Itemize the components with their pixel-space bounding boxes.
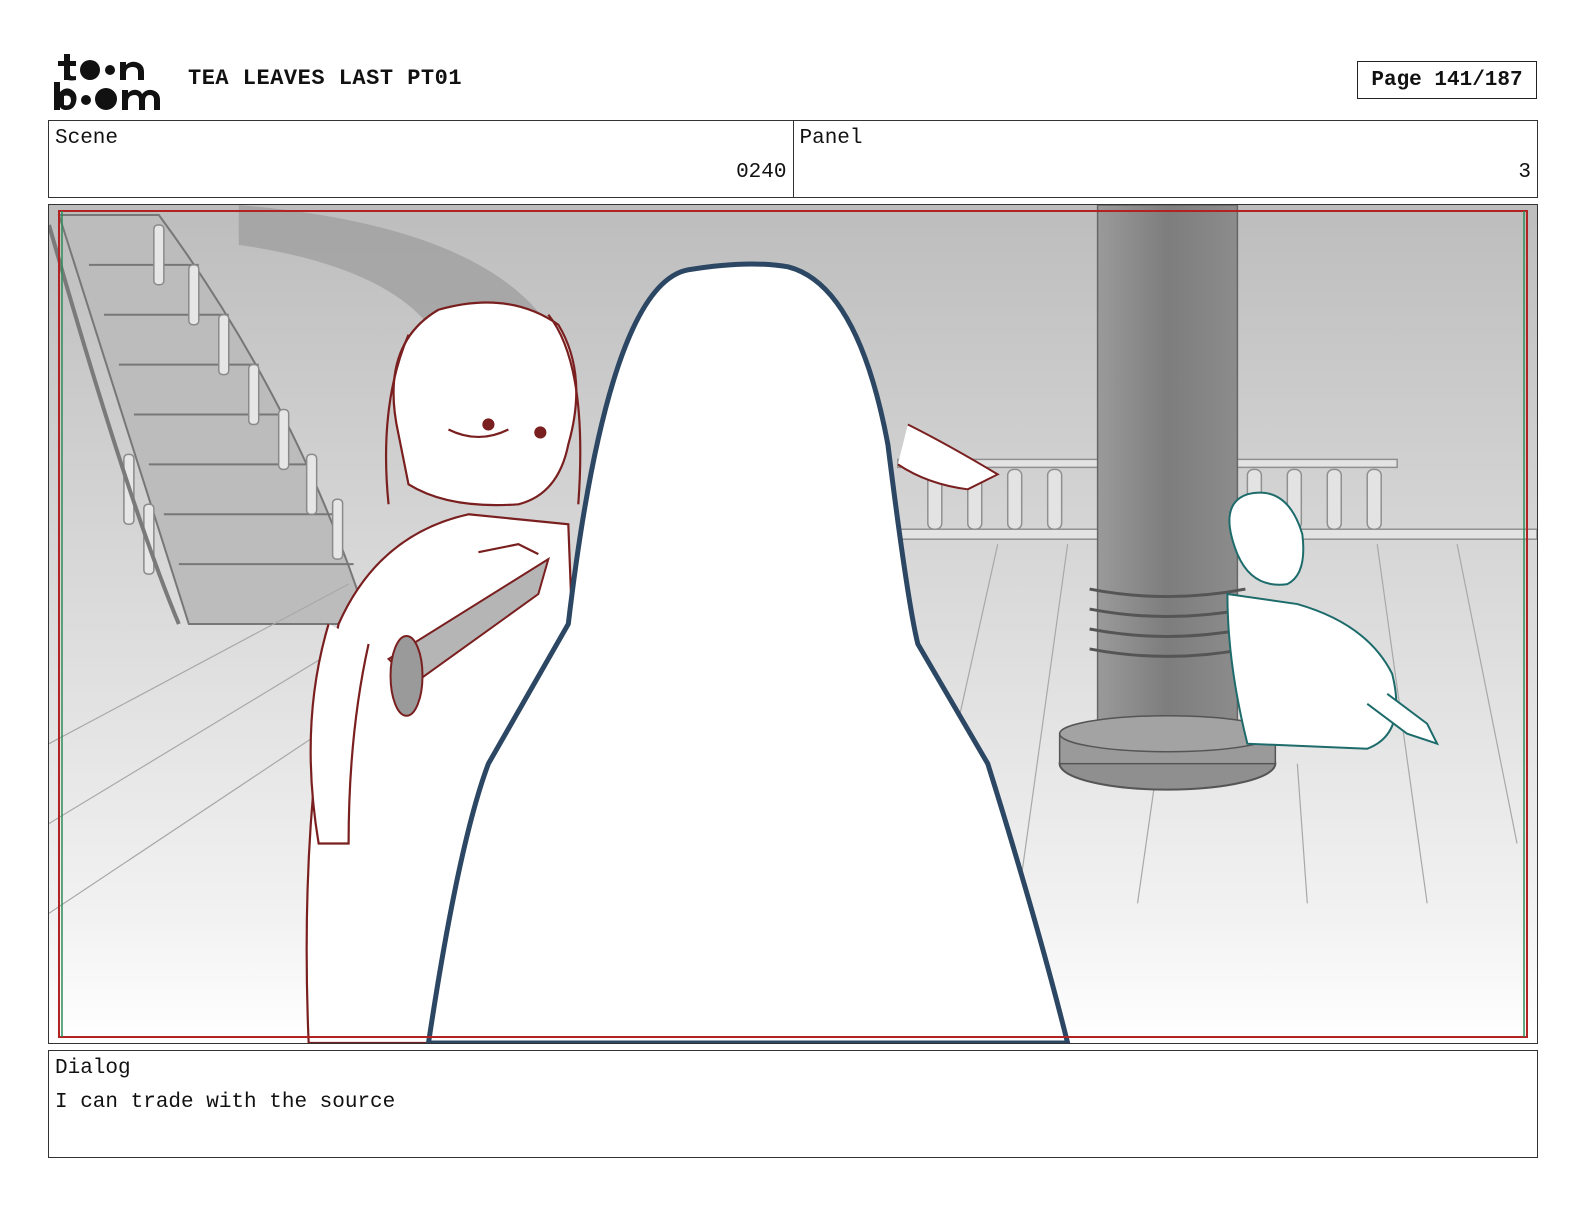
page-number-badge: Page 141/187 <box>1357 61 1537 99</box>
scene-label: Scene <box>55 127 119 150</box>
dialog-box: Dialog I can trade with the source <box>48 1050 1538 1158</box>
dialog-text: I can trade with the source <box>55 1091 396 1114</box>
scene-cell: Scene 0240 <box>49 121 793 197</box>
dialog-label: Dialog <box>55 1057 131 1080</box>
panel-value: 3 <box>1518 161 1531 184</box>
scene-value: 0240 <box>736 161 787 184</box>
panel-label: Panel <box>799 127 863 150</box>
panel-cell: Panel 3 <box>792 121 1538 197</box>
scene-panel-info: Scene 0240 Panel 3 <box>48 120 1538 198</box>
storyboard-panel-image <box>48 204 1538 1044</box>
storyboard-drawing-icon <box>49 205 1537 1043</box>
document-title: TEA LEAVES LAST PT01 <box>188 66 463 91</box>
toon-boom-logo-icon <box>54 54 160 110</box>
